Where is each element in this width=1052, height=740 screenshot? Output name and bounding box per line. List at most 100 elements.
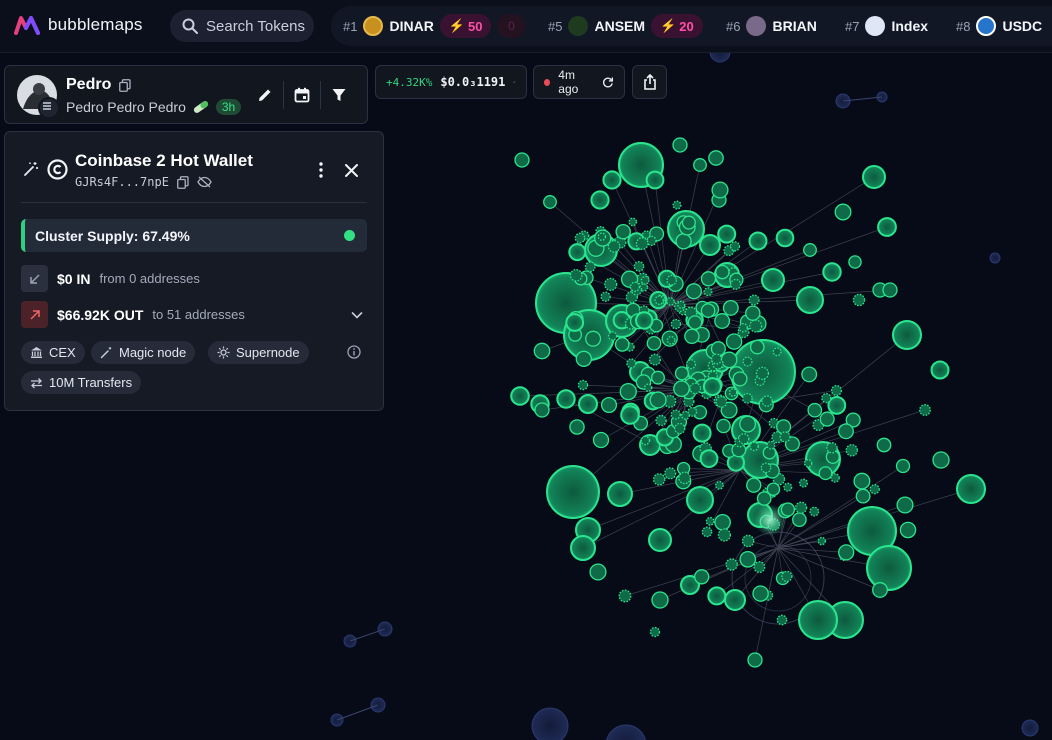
wallet-bubble[interactable] xyxy=(720,351,738,369)
wallet-bubble[interactable] xyxy=(869,484,880,495)
token-item-ansem[interactable]: #5 ANSEM ⚡ 20 xyxy=(548,6,703,46)
wallet-bubble[interactable] xyxy=(666,274,677,286)
wallet-bubble[interactable] xyxy=(792,512,807,528)
wallet-bubble[interactable] xyxy=(514,152,530,168)
wallet-bubble[interactable] xyxy=(674,422,686,435)
wallet-bubble[interactable] xyxy=(602,170,622,190)
wallet-bubble[interactable] xyxy=(748,231,768,251)
wallet-bubble[interactable] xyxy=(899,521,917,539)
wallet-bubble[interactable] xyxy=(714,513,731,531)
wallet-bubble[interactable] xyxy=(739,550,757,568)
logo[interactable]: bubblemaps xyxy=(14,15,143,35)
wallet-bubble[interactable] xyxy=(714,480,724,490)
wallet-bubble[interactable] xyxy=(585,330,602,347)
wallet-bubble[interactable] xyxy=(838,423,854,440)
wallet-bubble[interactable] xyxy=(895,458,911,474)
wallet-bubble[interactable] xyxy=(619,382,637,401)
wallet-bubble[interactable] xyxy=(803,243,817,257)
wallet-bubble[interactable] xyxy=(633,261,645,272)
wallet-bubble[interactable] xyxy=(717,224,737,244)
wallet-bubble[interactable] xyxy=(722,299,739,316)
wallet-bubble[interactable] xyxy=(809,506,820,517)
wallet-bubble[interactable] xyxy=(543,195,557,209)
wallet-bubble[interactable] xyxy=(798,478,809,488)
wallet-bubble[interactable] xyxy=(640,435,651,446)
wallet-bubble[interactable] xyxy=(654,295,664,305)
search-tokens-input[interactable]: Search Tokens xyxy=(170,10,314,42)
wallet-bubble[interactable] xyxy=(685,359,697,370)
wallet-bubble[interactable] xyxy=(687,406,698,417)
wallet-bubble[interactable] xyxy=(533,342,551,360)
wallet-bubble[interactable] xyxy=(703,287,713,297)
wallet-bubble[interactable] xyxy=(635,237,649,251)
wallet-bubble[interactable] xyxy=(699,449,719,469)
wallet-bubble[interactable] xyxy=(675,233,692,250)
wallet-bubble[interactable] xyxy=(600,396,618,414)
wallet-bubble[interactable] xyxy=(534,402,550,418)
wallet-bubbles[interactable] xyxy=(510,137,986,668)
wallet-bubble[interactable] xyxy=(932,451,950,469)
wallet-bubble[interactable] xyxy=(648,353,662,366)
wallet-bubble[interactable] xyxy=(803,459,813,468)
wallet-bubble[interactable] xyxy=(628,217,638,227)
wallet-bubble[interactable] xyxy=(830,384,843,397)
wallet-bubble[interactable] xyxy=(645,170,665,190)
tag-transfers[interactable]: 10M Transfers xyxy=(21,371,142,394)
wallet-bubble[interactable] xyxy=(715,395,728,408)
wallet-bubble[interactable] xyxy=(565,313,585,332)
wallet-bubble[interactable] xyxy=(666,335,676,345)
wallet-bubble[interactable] xyxy=(775,228,795,248)
wallet-bubble[interactable] xyxy=(725,558,738,571)
wallet-bubble[interactable] xyxy=(760,462,772,474)
wallet-bubble[interactable] xyxy=(761,395,773,407)
wallet-bubble[interactable] xyxy=(510,386,530,406)
wallet-bubble[interactable] xyxy=(689,382,702,395)
wallet-bubble[interactable] xyxy=(674,366,689,381)
token-item-index[interactable]: #7 Index xyxy=(845,6,928,46)
chevron-down-icon[interactable] xyxy=(351,311,363,319)
wallet-bubble[interactable] xyxy=(569,268,583,282)
wallet-bubble[interactable] xyxy=(708,150,724,166)
wallet-bubble[interactable] xyxy=(673,380,690,398)
wallet-bubble[interactable] xyxy=(753,561,766,574)
wallet-bubble[interactable] xyxy=(693,158,707,172)
wallet-bubble[interactable] xyxy=(817,536,827,546)
wallet-bubble[interactable] xyxy=(766,482,781,496)
wallet-bubble[interactable] xyxy=(677,300,686,309)
copy-icon[interactable] xyxy=(119,78,131,92)
wallet-bubble[interactable] xyxy=(742,356,753,367)
wallet-bubble[interactable] xyxy=(798,600,838,640)
tag-magic-node[interactable]: Magic node xyxy=(91,341,196,364)
wallet-bubble[interactable] xyxy=(716,418,731,434)
wallet-bubble[interactable] xyxy=(607,240,621,253)
tag-cex[interactable]: CEX xyxy=(21,341,85,364)
wallet-bubble[interactable] xyxy=(710,353,723,365)
other-cluster-bubble[interactable] xyxy=(1021,719,1039,737)
wallet-bubble[interactable] xyxy=(717,528,732,542)
wallet-bubble[interactable] xyxy=(807,402,823,418)
wallet-bubble[interactable] xyxy=(651,591,669,609)
wallet-bubble[interactable] xyxy=(584,261,596,273)
wallet-bubble[interactable] xyxy=(577,379,589,391)
wallet-bubble[interactable] xyxy=(578,394,598,414)
wallet-bubble[interactable] xyxy=(556,389,576,409)
wallet-bubble[interactable] xyxy=(670,409,681,420)
wallet-bubble[interactable] xyxy=(818,466,833,481)
wallet-bubble[interactable] xyxy=(664,467,677,480)
wallet-bubble[interactable] xyxy=(604,277,618,292)
magic-wand-icon[interactable] xyxy=(23,161,39,177)
price-chip[interactable]: +4.32K% $0.0₃1191 xyxy=(375,65,527,99)
wallet-bubble[interactable] xyxy=(692,423,712,443)
wallet-bubble[interactable] xyxy=(590,190,610,210)
wallet-bubble[interactable] xyxy=(649,391,667,409)
wallet-bubble[interactable] xyxy=(892,320,922,350)
wallet-bubble[interactable] xyxy=(746,477,762,493)
wallet-bubble[interactable] xyxy=(745,305,761,321)
edit-button[interactable] xyxy=(247,80,283,110)
wallet-bubble[interactable] xyxy=(845,444,859,457)
wallet-bubble[interactable] xyxy=(626,358,637,369)
wallet-bubble[interactable] xyxy=(701,526,713,538)
refresh-chip[interactable]: 4m ago xyxy=(533,65,625,99)
wallet-bubble[interactable] xyxy=(747,652,763,668)
wallet-bubble[interactable] xyxy=(781,570,793,583)
